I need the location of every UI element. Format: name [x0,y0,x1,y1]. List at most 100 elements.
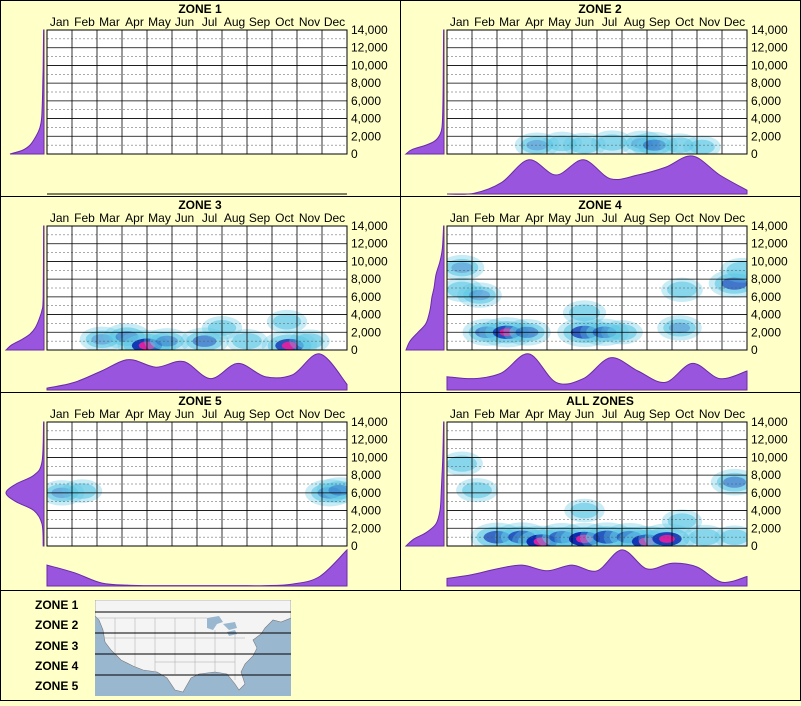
month-tick-label: Jan [450,15,469,29]
elevation-tick-label: 14,000 [751,23,788,37]
elevation-tick-label: 14,000 [351,219,388,233]
density-spot [447,455,477,472]
month-tick-label: Nov [699,407,720,421]
month-tick-label: Jan [50,15,69,29]
month-tick-label: Apr [525,15,544,29]
legend-zone-5-label: ZONE 5 [35,679,79,693]
month-tick-label: Sep [649,15,671,29]
panel-title: ZONE 2 [578,2,622,16]
elevation-tick-label: 6,000 [351,94,381,108]
month-tick-label: Jun [175,15,194,29]
month-tick-label: Oct [275,15,294,29]
month-tick-label: Nov [299,407,320,421]
month-tick-label: Dec [324,407,345,421]
elevation-tick-label: 10,000 [351,58,388,72]
elevation-profile [5,421,45,547]
monthly-profile [446,155,748,195]
month-tick-label: Jun [575,211,594,225]
elevation-tick-label: 12,000 [351,41,388,55]
elevation-tick-label: 4,000 [751,308,781,322]
month-tick-label: Jul [602,15,617,29]
month-tick-label: Mar [499,407,520,421]
month-tick-label: Aug [224,407,245,421]
elevation-tick-label: 2,000 [751,325,781,339]
elevation-tick-label: 8,000 [351,468,381,482]
month-tick-label: Nov [699,15,720,29]
elevation-tick-label: 10,000 [751,58,788,72]
month-tick-label: Dec [324,211,345,225]
elevation-tick-label: 12,000 [351,237,388,251]
month-tick-label: Aug [624,15,645,29]
page-root: ZONE 1 Jan Feb Mar Apr May Jun Jul Aug Sep Oct Nov D… [0,0,801,701]
monthly-profile [446,549,748,587]
density-core [722,476,747,488]
month-tick-label: Sep [249,211,271,225]
elevation-tick-label: 10,000 [351,450,388,464]
elevation-tick-label: 10,000 [751,254,788,268]
month-tick-label: Feb [474,211,495,225]
month-tick-label: May [548,15,571,29]
elevation-tick-label: 14,000 [751,219,788,233]
elevation-tick-label: 6,000 [751,94,781,108]
elevation-tick-label: 12,000 [751,41,788,55]
elevation-profile [4,225,45,351]
legend-zone-2-label: ZONE 2 [35,618,79,632]
month-tick-label: Feb [74,15,95,29]
month-tick-label: May [148,407,171,421]
zone-charts-canvas: ZONE 1 Jan Feb Mar Apr May Jun Jul Aug Sep Oct Nov D… [0,0,801,701]
month-tick-label: Mar [99,15,120,29]
month-tick-label: Jun [575,15,594,29]
month-tick-label: Oct [675,211,694,225]
density-spot [462,482,492,499]
density-peak [659,534,675,543]
month-tick-label: Mar [499,15,520,29]
zone-panel-4: ZONE 4 Jan Feb Mar Apr May Jun Jul Aug Sep Oct Nov D… [405,198,788,391]
elevation-tick-label: 8,000 [751,468,781,482]
elevation-tick-label: 6,000 [351,486,381,500]
month-tick-label: Sep [249,407,271,421]
month-tick-label: Jun [175,211,194,225]
elevation-tick-label: 0 [751,539,758,553]
elevation-tick-label: 6,000 [351,290,381,304]
elevation-profile [405,225,445,351]
month-tick-label: Nov [699,211,720,225]
elevation-tick-label: 8,000 [351,76,381,90]
density-core [451,262,473,273]
month-tick-label: Apr [125,407,144,421]
elevation-tick-label: 12,000 [751,237,788,251]
month-tick-label: Mar [499,211,520,225]
month-tick-label: Feb [74,407,95,421]
elevation-tick-label: 2,000 [751,521,781,535]
month-tick-label: Jun [175,407,194,421]
month-tick-label: Jan [450,211,469,225]
elevation-tick-label: 0 [751,147,758,161]
month-tick-label: Jul [602,407,617,421]
month-tick-label: Jul [602,211,617,225]
elevation-tick-label: 0 [351,147,358,161]
month-tick-label: Sep [649,407,671,421]
zone-panel-2: ZONE 2 Jan Feb Mar Apr May Jun Jul Aug Sep Oct Nov D… [404,2,788,195]
month-tick-label: Mar [99,211,120,225]
month-tick-label: Feb [474,15,495,29]
panel-title: ZONE 4 [578,198,622,212]
month-tick-label: Feb [474,407,495,421]
elevation-profile [404,29,445,155]
month-tick-label: Jun [575,407,594,421]
month-tick-label: Jul [202,407,217,421]
legend-zone-1-label: ZONE 1 [35,598,79,612]
month-tick-label: Aug [224,15,245,29]
month-tick-label: Nov [299,15,320,29]
monthly-profile [46,548,348,587]
elevation-tick-label: 0 [351,539,358,553]
month-tick-label: Jan [50,211,69,225]
month-tick-label: Apr [525,211,544,225]
zone-panel-5: ZONE 5 Jan Feb Mar Apr May Jun Jul Aug Sep Oct Nov D… [5,394,388,587]
month-tick-label: Oct [675,15,694,29]
month-tick-label: Apr [525,407,544,421]
elevation-tick-label: 2,000 [751,129,781,143]
month-tick-label: Aug [624,211,645,225]
elevation-profile [404,421,445,547]
elevation-tick-label: 4,000 [751,112,781,126]
elevation-tick-label: 2,000 [351,129,381,143]
elevation-profile [9,29,45,155]
